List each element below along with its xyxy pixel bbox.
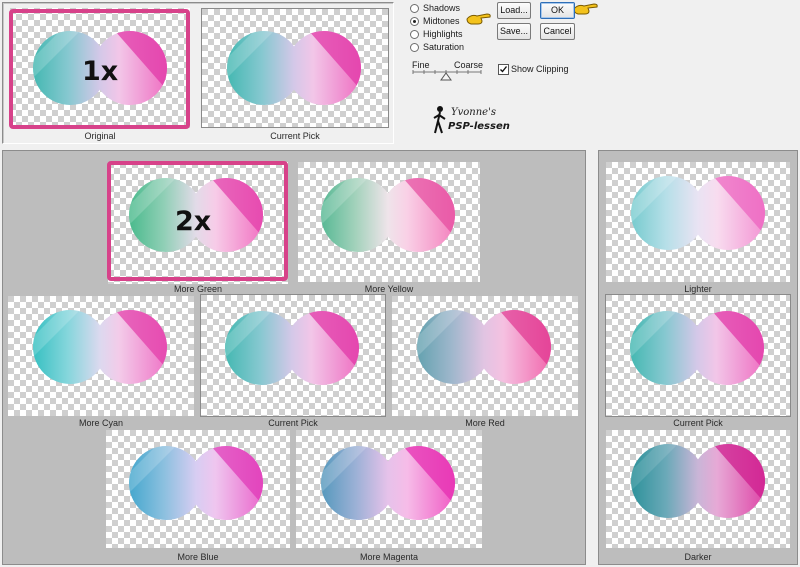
more-cyan-thumbnail[interactable] [8, 296, 194, 416]
top-current-pick-caption: Current Pick [270, 131, 320, 141]
checkmark-icon [500, 66, 508, 73]
more-magenta-caption: More Magenta [359, 552, 419, 562]
fine-coarse-slider[interactable] [412, 69, 482, 81]
ok-button[interactable]: OK [540, 2, 575, 19]
more-yellow-thumbnail[interactable] [298, 162, 480, 282]
more-green-caption: More Green [173, 284, 223, 294]
pointing-hand-icon [573, 3, 598, 15]
brightness-current-pick-thumbnail[interactable] [605, 294, 791, 417]
more-blue-thumbnail[interactable] [106, 430, 290, 548]
radio-saturation[interactable]: Saturation [410, 41, 464, 53]
pointing-hand-icon [466, 13, 491, 25]
more-yellow-caption: More Yellow [364, 284, 414, 294]
save-button[interactable]: Save... [497, 23, 531, 40]
radio-midtones-label: Midtones [423, 16, 460, 26]
watermark-figure-icon [433, 106, 446, 134]
more-cyan-caption: More Cyan [78, 418, 123, 428]
more-blue-caption: More Blue [177, 552, 219, 562]
lighter-caption: Lighter [684, 284, 712, 294]
radio-circle-selected[interactable] [410, 16, 419, 26]
original-caption: Original [84, 131, 116, 141]
top-current-pick-thumbnail[interactable] [201, 8, 389, 128]
radio-circle[interactable] [410, 3, 419, 13]
darker-thumbnail[interactable] [606, 430, 790, 548]
more-red-thumbnail[interactable] [392, 296, 578, 416]
watermark-line2: PSP-lessen [448, 121, 510, 132]
show-clipping-label: Show Clipping [511, 64, 569, 74]
lighter-thumbnail[interactable] [606, 162, 790, 282]
radio-saturation-label: Saturation [423, 42, 465, 52]
radio-shadows[interactable]: Shadows [410, 2, 460, 14]
brightness-current-pick-caption: Current Pick [673, 418, 723, 428]
radio-shadows-label: Shadows [423, 3, 461, 13]
radio-highlights[interactable]: Highlights [410, 28, 463, 40]
step-1-label: 1x [82, 56, 119, 87]
current-pick-thumbnail[interactable] [200, 294, 386, 417]
more-red-caption: More Red [465, 418, 505, 428]
cancel-button[interactable]: Cancel [540, 23, 575, 40]
watermark-line1: Yvonne's [451, 107, 496, 118]
more-magenta-thumbnail[interactable] [296, 430, 482, 548]
radio-midtones[interactable]: Midtones [410, 15, 460, 27]
show-clipping-checkbox[interactable] [498, 64, 509, 75]
slider-thumb [440, 72, 452, 81]
current-pick-caption: Current Pick [268, 418, 318, 428]
step-2-label: 2x [175, 206, 212, 237]
radio-highlights-label: Highlights [423, 29, 463, 39]
radio-circle[interactable] [410, 42, 419, 52]
radio-circle[interactable] [410, 29, 419, 39]
load-button[interactable]: Load... [497, 2, 531, 19]
darker-caption: Darker [684, 552, 712, 562]
